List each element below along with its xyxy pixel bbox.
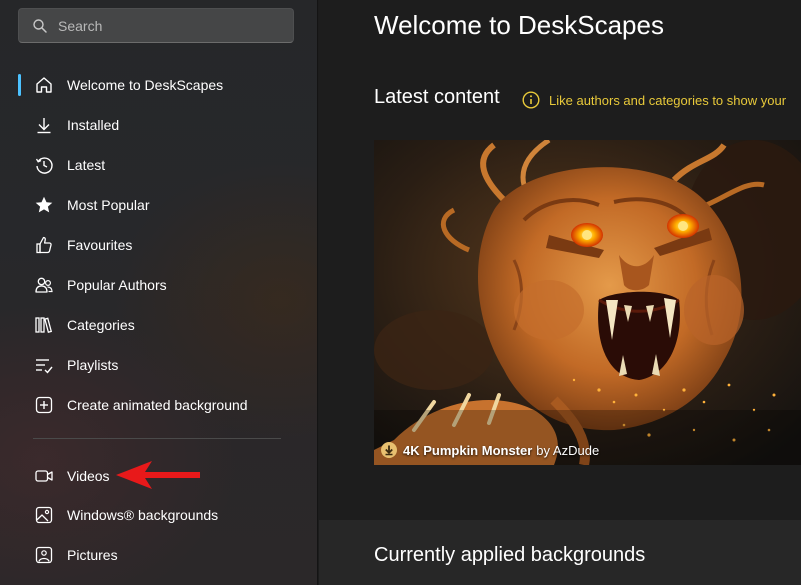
sidebar-item-categories[interactable]: Categories [0,305,318,345]
history-icon [33,154,55,176]
info-icon [522,91,540,109]
sidebar-item-windows-backgrounds[interactable]: Windows® backgrounds [0,496,318,536]
playlist-icon [33,354,55,376]
pumpkin-monster-thumbnail [374,140,801,465]
search-icon [32,18,48,34]
sidebar-item-label: Welcome to DeskScapes [67,77,224,93]
sidebar-item-pictures[interactable]: Pictures [0,535,318,575]
latest-info-text: Like authors and categories to show your [549,92,787,108]
applied-backgrounds-title: Currently applied backgrounds [374,544,646,566]
sidebar-item-label: Popular Authors [67,277,167,293]
thumbs-up-icon [33,234,55,256]
primary-nav: Welcome to DeskScapes Installed Latest M… [0,65,318,425]
home-icon [33,74,55,96]
video-icon [33,465,55,487]
featured-author: by AzDude [536,442,600,458]
sidebar-item-latest[interactable]: Latest [0,145,318,185]
sidebar-item-label: Pictures [67,546,118,563]
download-badge-icon [381,442,397,458]
sidebar-item-create-animated-background[interactable]: Create animated background [0,385,318,425]
picture-icon [33,544,55,566]
sidebar-item-playlists[interactable]: Playlists [0,345,318,385]
sidebar-item-installed[interactable]: Installed [0,105,318,145]
page-title: Welcome to DeskScapes [374,10,664,40]
sidebar-item-label: Most Popular [67,197,150,213]
sidebar-item-label: Create animated background [67,397,248,413]
sidebar-item-label: Categories [67,317,135,333]
sidebar-item-favourites[interactable]: Favourites [0,225,318,265]
people-icon [33,274,55,296]
sidebar-item-label: Favourites [67,237,133,253]
latest-info-hint: Like authors and categories to show your [522,90,801,110]
sidebar-item-popular-authors[interactable]: Popular Authors [0,265,318,305]
search-input[interactable] [56,16,293,35]
sidebar-item-welcome[interactable]: Welcome to DeskScapes [0,65,318,105]
download-icon [33,114,55,136]
sidebar-item-label: Playlists [67,357,119,373]
main-content: Welcome to DeskScapes Latest content Lik… [319,0,801,585]
search-box[interactable] [18,8,294,43]
image-icon [33,504,55,526]
sidebar-item-label: Windows® backgrounds [67,507,219,524]
featured-card[interactable]: 4K Pumpkin Monster by AzDude [374,140,801,465]
featured-title: 4K Pumpkin Monster [403,442,533,458]
sidebar: Welcome to DeskScapes Installed Latest M… [0,0,318,585]
sidebar-item-most-popular[interactable]: Most Popular [0,185,318,225]
library-icon [33,314,55,336]
featured-caption: 4K Pumpkin Monster by AzDude [381,442,599,458]
add-icon [33,394,55,416]
sidebar-divider [33,438,281,439]
latest-content-title: Latest content [374,86,500,108]
annotation-arrow-icon [116,461,200,489]
sidebar-item-label: Latest [67,157,106,173]
sidebar-item-label: Installed [67,117,120,133]
star-icon [33,194,55,216]
sidebar-item-label: Videos [67,467,110,484]
